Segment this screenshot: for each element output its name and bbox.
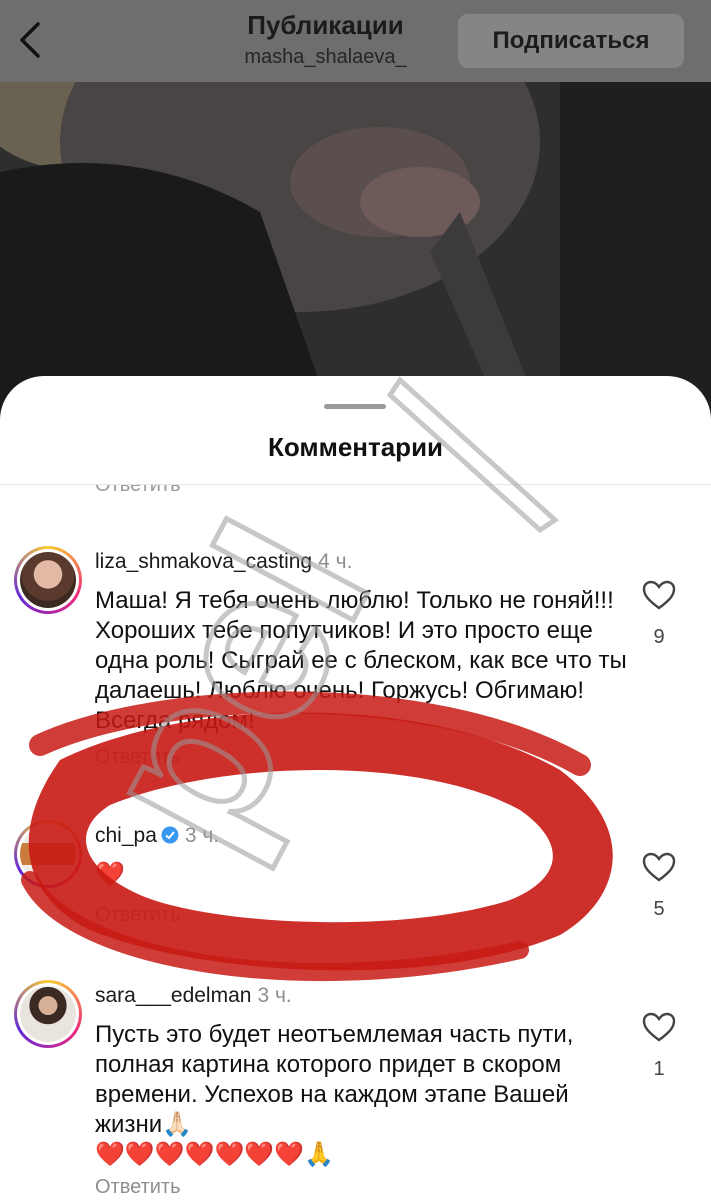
top-bar: Публикации masha_shalaeva_ Подписаться: [0, 0, 711, 82]
reply-button[interactable]: Ответить: [95, 904, 181, 927]
heart-icon[interactable]: [642, 852, 676, 882]
avatar[interactable]: [14, 980, 82, 1048]
reply-button[interactable]: Ответить: [95, 1176, 181, 1199]
comments-title: Комментарии: [267, 432, 444, 462]
post-photo-content: [0, 82, 711, 412]
comment-text: ❤️: [95, 861, 125, 888]
like-count: 9: [653, 626, 665, 648]
verified-badge-icon: [161, 826, 179, 844]
comment-username[interactable]: chi_pa 3 ч.: [95, 824, 219, 848]
comment-time: 4 ч.: [318, 550, 353, 573]
comment-text: Маша! Я тебя очень люблю! Только не гоня…: [95, 587, 627, 734]
reply-button[interactable]: Ответить: [95, 746, 181, 769]
sheet-drag-handle[interactable]: [324, 404, 386, 409]
username-text[interactable]: liza_shmakova_casting: [95, 550, 312, 573]
follow-button[interactable]: Подписаться: [458, 14, 684, 68]
comment-username[interactable]: sara___edelman 3 ч.: [95, 984, 292, 1008]
reply-link-partial[interactable]: Ответить: [95, 484, 181, 497]
like-count: 1: [653, 1058, 665, 1080]
like-count: 5: [653, 898, 665, 920]
comment-time: 3 ч.: [257, 984, 292, 1007]
username-text[interactable]: chi_pa: [95, 824, 157, 847]
divider: [0, 484, 711, 485]
heart-icon[interactable]: [642, 1012, 676, 1042]
comment-text: Пусть это будет неотъемлемая часть пути,…: [95, 1021, 574, 1138]
comments-sheet: Комментарии Ответить liza_shmakova_casti…: [0, 376, 711, 1200]
comment-emoji-line: ❤️❤️❤️❤️❤️❤️❤️🙏: [95, 1141, 335, 1168]
comment-time: 3 ч.: [184, 824, 220, 847]
post-photo: [0, 82, 711, 412]
username-text[interactable]: sara___edelman: [95, 984, 251, 1007]
heart-icon[interactable]: [642, 580, 676, 610]
avatar[interactable]: [14, 546, 82, 614]
comment-username[interactable]: liza_shmakova_casting 4 ч.: [95, 550, 352, 574]
avatar[interactable]: [14, 820, 82, 888]
